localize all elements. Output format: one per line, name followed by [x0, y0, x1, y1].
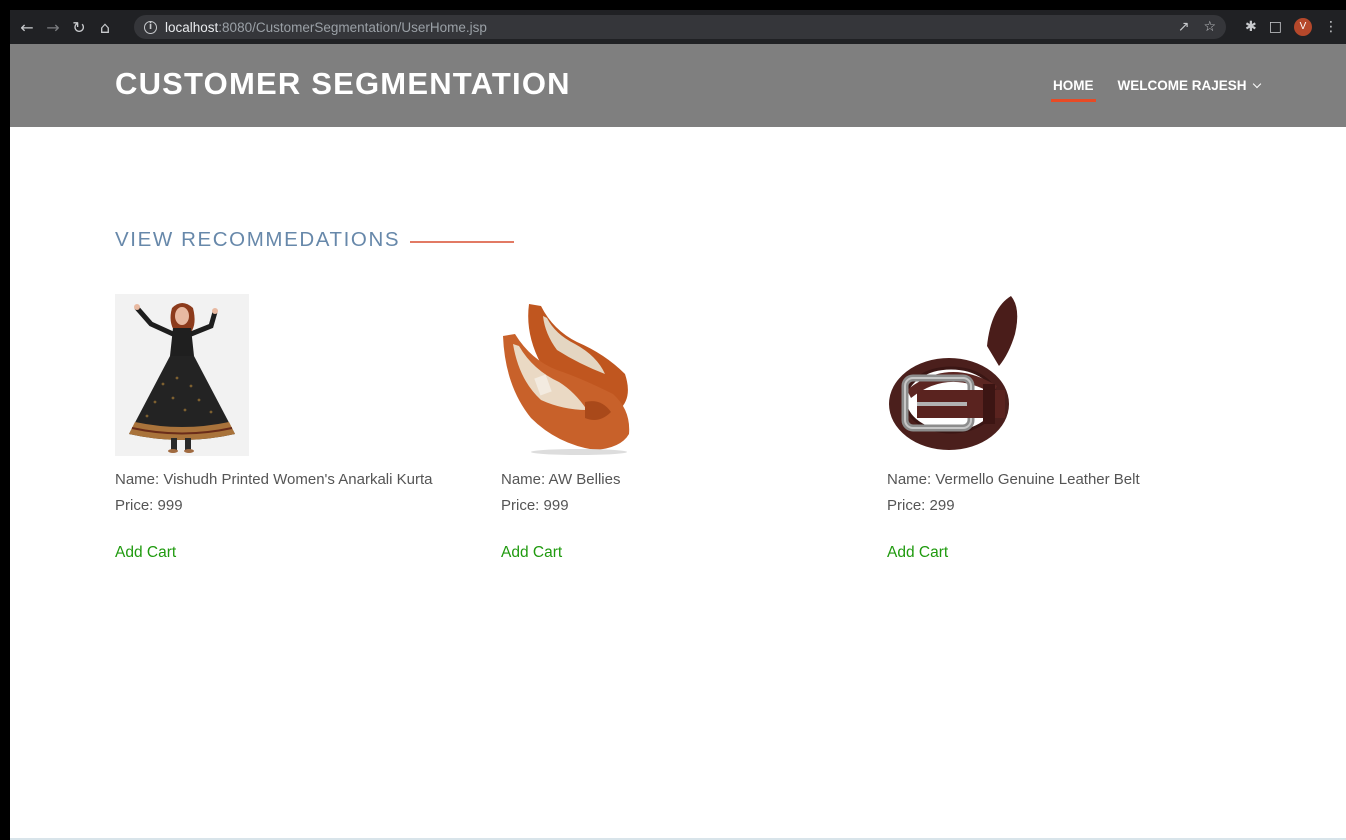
address-bar[interactable]: i localhost :8080/CustomerSegmentation/U… [134, 15, 1226, 39]
reload-icon[interactable]: ↻ [66, 18, 92, 37]
site-header: CUSTOMER SEGMENTATION HOME WELCOME RAJES… [10, 44, 1346, 127]
product-image-bellies [501, 294, 635, 456]
section-heading: VIEW RECOMMEDATIONS [115, 228, 515, 252]
product-price: Price: 999 [501, 497, 569, 514]
product-price: Price: 299 [887, 497, 955, 514]
url-path: :8080/CustomerSegmentation/UserHome.jsp [218, 19, 487, 35]
browser-frame: ← → ↻ ⌂ i localhost :8080/CustomerSegmen… [0, 0, 1346, 840]
product-name: Name: Vermello Genuine Leather Belt [887, 471, 1140, 488]
star-icon[interactable]: ☆ [1203, 19, 1216, 35]
menu-icon[interactable]: ⋮ [1324, 19, 1338, 35]
nav-welcome-label: WELCOME RAJESH [1117, 78, 1247, 93]
home-icon[interactable]: ⌂ [92, 18, 118, 37]
product-name: Name: AW Bellies [501, 471, 621, 488]
site-brand[interactable]: CUSTOMER SEGMENTATION [115, 66, 571, 102]
add-cart-link[interactable]: Add Cart [115, 544, 176, 562]
product-card: Name: Vishudh Printed Women's Anarkali K… [115, 294, 475, 562]
browser-toolbar: ← → ↻ ⌂ i localhost :8080/CustomerSegmen… [10, 10, 1346, 44]
product-name: Name: Vishudh Printed Women's Anarkali K… [115, 471, 433, 488]
main-nav: HOME WELCOME RAJESH [1051, 44, 1261, 127]
product-price: Price: 999 [115, 497, 183, 514]
section-title: VIEW RECOMMEDATIONS [115, 228, 401, 251]
add-cart-link[interactable]: Add Cart [887, 544, 948, 562]
forward-icon[interactable]: → [40, 18, 66, 37]
info-icon[interactable]: i [144, 20, 157, 34]
url-host: localhost [165, 19, 219, 35]
product-card: Name: AW Bellies Price: 999 Add Cart [501, 294, 861, 562]
extensions-icon[interactable]: ✱ [1245, 19, 1257, 35]
nav-welcome-dropdown[interactable]: WELCOME RAJESH [1117, 78, 1261, 93]
nav-home[interactable]: HOME [1051, 78, 1095, 102]
product-image-kurta [115, 294, 249, 456]
product-image-belt [887, 294, 1021, 456]
product-card: Name: Vermello Genuine Leather Belt Pric… [887, 294, 1247, 562]
title-underline [410, 241, 515, 243]
chevron-down-icon [1252, 79, 1261, 89]
back-icon[interactable]: ← [14, 18, 40, 37]
add-cart-link[interactable]: Add Cart [501, 544, 562, 562]
share-icon[interactable]: ↗ [1178, 19, 1190, 35]
profile-avatar[interactable]: V [1294, 18, 1312, 36]
side-panel-icon[interactable]: □ [1269, 19, 1282, 35]
